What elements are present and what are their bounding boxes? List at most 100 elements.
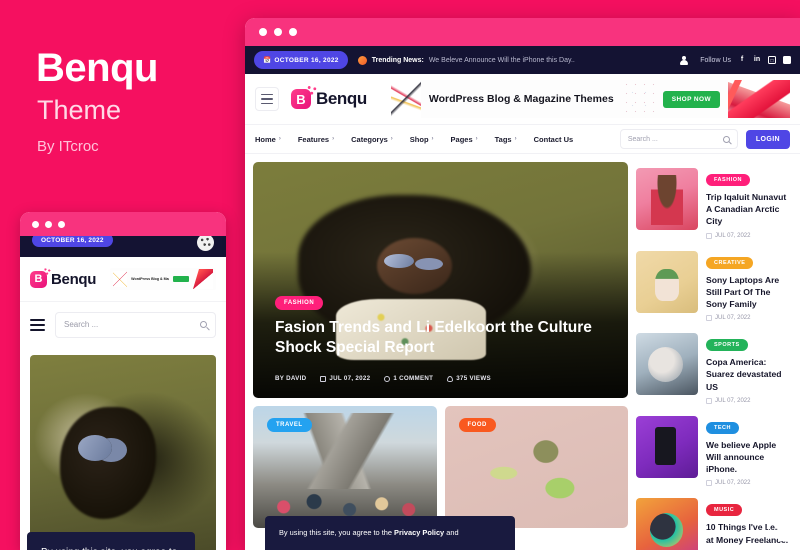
maximize-dot-icon[interactable]: [289, 28, 297, 36]
nav-item-categorys[interactable]: Categorys ›: [351, 135, 393, 144]
user-account-icon[interactable]: [679, 55, 688, 65]
ad-artwork: [728, 80, 790, 118]
hero-date-label: JUL 07, 2022: [329, 375, 371, 382]
nav-item-shop[interactable]: Shop ›: [410, 135, 434, 144]
follow-us-label: Follow Us: [700, 56, 731, 64]
mini-topbar: OCTOBER 16, 2022: [20, 236, 226, 257]
page-content: FASHION Fasion Trends and Li Edelkoort t…: [245, 154, 800, 550]
login-button[interactable]: LOGIN: [745, 129, 790, 149]
nav-item-features[interactable]: Features ›: [298, 135, 334, 144]
follow-us-group: Follow Us f in □: [700, 56, 791, 64]
sidebar-column: FASHION Trip Iqaluit Nunavut A Canadian …: [636, 162, 792, 550]
linkedin-icon[interactable]: in: [753, 56, 761, 64]
mini-ad-shop-button[interactable]: [173, 276, 189, 282]
list-item-body: FASHION Trip Iqaluit Nunavut A Canadian …: [706, 168, 792, 239]
hero-views-label: 375 VIEWS: [456, 375, 491, 382]
ad-dot-pattern: [621, 80, 655, 118]
privacy-policy-link[interactable]: Privacy Policy: [394, 528, 444, 537]
hamburger-menu-icon[interactable]: [255, 87, 279, 111]
mini-logo[interactable]: B Benqu: [30, 267, 96, 288]
list-item[interactable]: MUSIC 10 Things I've Le... at Money Free…: [636, 492, 792, 550]
nav-item-home[interactable]: Home ›: [255, 135, 281, 144]
article-title[interactable]: We believe Apple Will announce iPhone.: [706, 439, 792, 476]
article-thumbnail: [636, 168, 698, 230]
chevron-right-icon: ›: [475, 136, 478, 142]
article-date: JUL 07, 2022: [706, 232, 792, 239]
list-item[interactable]: SPORTS Copa America: Suarez devastated U…: [636, 327, 792, 410]
mobile-preview-window: OCTOBER 16, 2022 B Benqu WordPress Blog …: [20, 212, 226, 550]
mini-search-placeholder: Search ...: [64, 320, 99, 329]
date-text: OCTOBER 16, 2022: [274, 56, 339, 64]
article-thumbnail: [636, 498, 698, 550]
mini-hamburger-icon[interactable]: [30, 318, 45, 331]
hero-author: BY DAVID: [275, 375, 306, 382]
trending-label: Trending News:: [371, 56, 424, 64]
hero-comments-label: 1 COMMENT: [393, 375, 434, 382]
shop-now-button[interactable]: SHOP NOW: [662, 90, 720, 108]
maximize-dot-icon[interactable]: [58, 220, 65, 228]
ad-triangle-graphic-icon: [390, 80, 421, 118]
close-dot-icon[interactable]: [32, 220, 39, 228]
ad-headline: WordPress Blog & Magazine Themes: [428, 93, 614, 105]
logo-text: Benqu: [316, 89, 367, 108]
close-dot-icon[interactable]: [259, 28, 267, 36]
hero-comments: 1 COMMENT: [384, 375, 433, 382]
list-item-body: MUSIC 10 Things I've Le... at Money Free…: [706, 498, 792, 550]
chevron-right-icon: ›: [278, 136, 281, 142]
nav-label: Categorys: [351, 134, 388, 144]
card-food[interactable]: FOOD: [444, 406, 628, 528]
mini-search-input[interactable]: Search ...: [55, 311, 216, 338]
list-item[interactable]: FASHION Trip Iqaluit Nunavut A Canadian …: [636, 162, 792, 245]
category-badge[interactable]: TECH: [706, 421, 739, 434]
youtube-icon[interactable]: [783, 56, 791, 64]
minimize-dot-icon[interactable]: [274, 28, 282, 36]
calendar-icon: [320, 375, 327, 382]
category-badge[interactable]: SPORTS: [706, 339, 748, 352]
article-title[interactable]: Sony Laptops Are Still Part Of The Sony …: [706, 274, 792, 311]
hero-meta: BY DAVID JUL 07, 2022 1 COMMENT 375 VIEW…: [275, 375, 491, 382]
article-title[interactable]: Copa America: Suarez devastated US: [706, 356, 792, 393]
nav-right-group: Search ... LOGIN: [619, 129, 790, 149]
minimize-dot-icon[interactable]: [45, 220, 52, 228]
list-item[interactable]: CREATIVE Sony Laptops Are Still Part Of …: [636, 245, 792, 328]
list-item-body: SPORTS Copa America: Suarez devastated U…: [706, 333, 792, 404]
comment-icon: [384, 375, 391, 382]
category-badge[interactable]: CREATIVE: [706, 256, 754, 269]
cookie-text-mid: and: [444, 527, 459, 537]
category-badge[interactable]: FASHION: [706, 174, 750, 186]
search-icon: [200, 321, 207, 328]
calendar-icon: [706, 397, 712, 404]
nav-item-pages[interactable]: Pages ›: [451, 135, 478, 144]
article-date-label: JUL 07, 2022: [715, 480, 751, 487]
nav-item-contact-us[interactable]: Contact Us: [534, 135, 574, 144]
category-badge[interactable]: MUSIC: [706, 504, 743, 517]
ad-banner[interactable]: WordPress Blog & Magazine Themes SHOP NO…: [390, 80, 790, 118]
hero-category-badge[interactable]: FASHION: [275, 296, 324, 310]
card-category-badge[interactable]: TRAVEL: [267, 418, 312, 432]
mini-hero-image[interactable]: [30, 355, 216, 550]
site-logo[interactable]: B Benqu: [291, 85, 367, 109]
card-category-badge[interactable]: FOOD: [458, 418, 496, 432]
hero-title[interactable]: Fasion Trends and Li Edelkoort the Cultu…: [275, 318, 610, 358]
main-browser-window: 📅 OCTOBER 16, 2022 Trending News: We Bel…: [245, 18, 800, 550]
search-placeholder: Search ...: [627, 135, 658, 143]
facebook-icon[interactable]: f: [738, 56, 746, 64]
cursor-overlay: [778, 527, 792, 541]
card-travel[interactable]: TRAVEL: [253, 406, 437, 528]
hero-views: 375 VIEWS: [447, 375, 491, 382]
trending-news[interactable]: Trending News: We Beleve Announce Will t…: [357, 55, 575, 65]
nav-item-tags[interactable]: Tags ›: [495, 135, 517, 144]
hero-article[interactable]: FASHION Fasion Trends and Li Edelkoort t…: [253, 162, 628, 398]
search-input[interactable]: Search ...: [619, 129, 738, 149]
list-item[interactable]: TECH We believe Apple Will announce iPho…: [636, 410, 792, 493]
article-thumbnail: [636, 415, 698, 478]
article-title[interactable]: Trip Iqaluit Nunavut A Canadian Arctic C…: [706, 191, 792, 228]
calendar-icon: [706, 315, 712, 322]
chevron-right-icon: ›: [431, 136, 434, 142]
mini-window-titlebar: [20, 212, 226, 236]
nav-label: Home: [255, 134, 276, 144]
mini-date-pill: OCTOBER 16, 2022: [32, 236, 113, 247]
instagram-icon[interactable]: □: [768, 56, 776, 64]
list-item-body: TECH We believe Apple Will announce iPho…: [706, 416, 792, 487]
mini-ad-banner[interactable]: WordPress Blog & Magazine Themes: [110, 268, 216, 290]
